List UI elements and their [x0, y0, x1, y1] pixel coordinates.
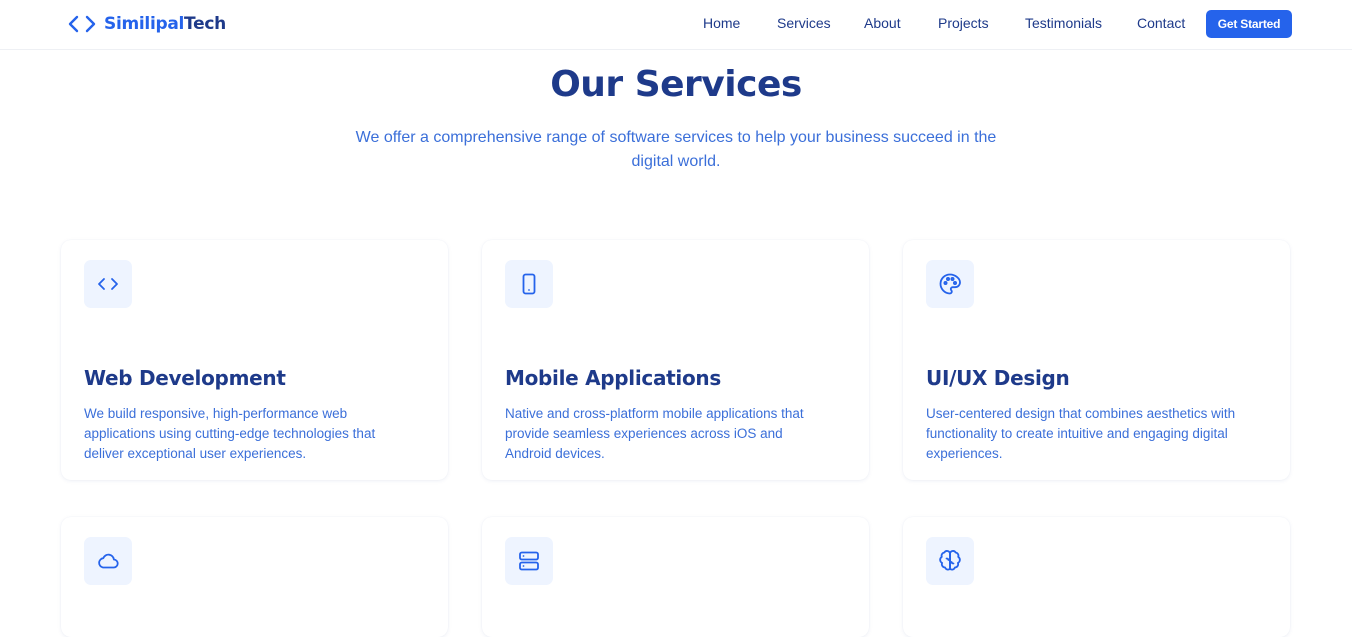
service-card-server[interactable] [482, 517, 869, 637]
section-title: Our Services [550, 64, 802, 105]
service-icon-box [926, 260, 974, 308]
service-icon-box [84, 260, 132, 308]
palette-icon [939, 273, 961, 295]
server-icon [519, 551, 539, 571]
service-title: Web Development [84, 366, 286, 390]
brand-logo[interactable]: SimilipalTech [68, 12, 226, 36]
service-card-web-development[interactable]: Web Development We build responsive, hig… [61, 240, 448, 480]
service-card-mobile-applications[interactable]: Mobile Applications Native and cross-pla… [482, 240, 869, 480]
service-description: Native and cross-platform mobile applica… [505, 406, 804, 461]
section-subtitle: We offer a comprehensive range of softwa… [355, 129, 997, 170]
brand-name: SimilipalTech [104, 14, 226, 34]
nav-testimonials[interactable]: Testimonials [1025, 15, 1102, 31]
cloud-icon [98, 553, 119, 569]
brand-name-part2: Tech [184, 14, 226, 34]
service-title: UI/UX Design [926, 366, 1070, 390]
service-title: Mobile Applications [505, 366, 721, 390]
code-brackets-icon [68, 15, 96, 33]
service-description: User-centered design that combines aesth… [926, 406, 1236, 461]
service-card-ui-ux-design[interactable]: UI/UX Design User-centered design that c… [903, 240, 1290, 480]
nav-services[interactable]: Services [777, 15, 831, 31]
brain-icon [939, 550, 961, 571]
nav-contact[interactable]: Contact [1137, 15, 1185, 31]
nav-about[interactable]: About [864, 15, 901, 31]
nav-projects[interactable]: Projects [938, 15, 989, 31]
service-icon-box [505, 260, 553, 308]
service-card-cloud[interactable] [61, 517, 448, 637]
service-icon-box [505, 537, 553, 585]
service-description: We build responsive, high-performance we… [84, 406, 376, 461]
get-started-button[interactable]: Get Started [1206, 10, 1292, 38]
service-icon-box [926, 537, 974, 585]
service-icon-box [84, 537, 132, 585]
smartphone-icon [522, 273, 536, 295]
code-icon [98, 278, 118, 290]
brand-name-part1: Similipal [104, 14, 185, 34]
nav-home[interactable]: Home [703, 15, 740, 31]
navbar: SimilipalTech Home Services About Projec… [0, 0, 1352, 50]
service-card-ai[interactable] [903, 517, 1290, 637]
